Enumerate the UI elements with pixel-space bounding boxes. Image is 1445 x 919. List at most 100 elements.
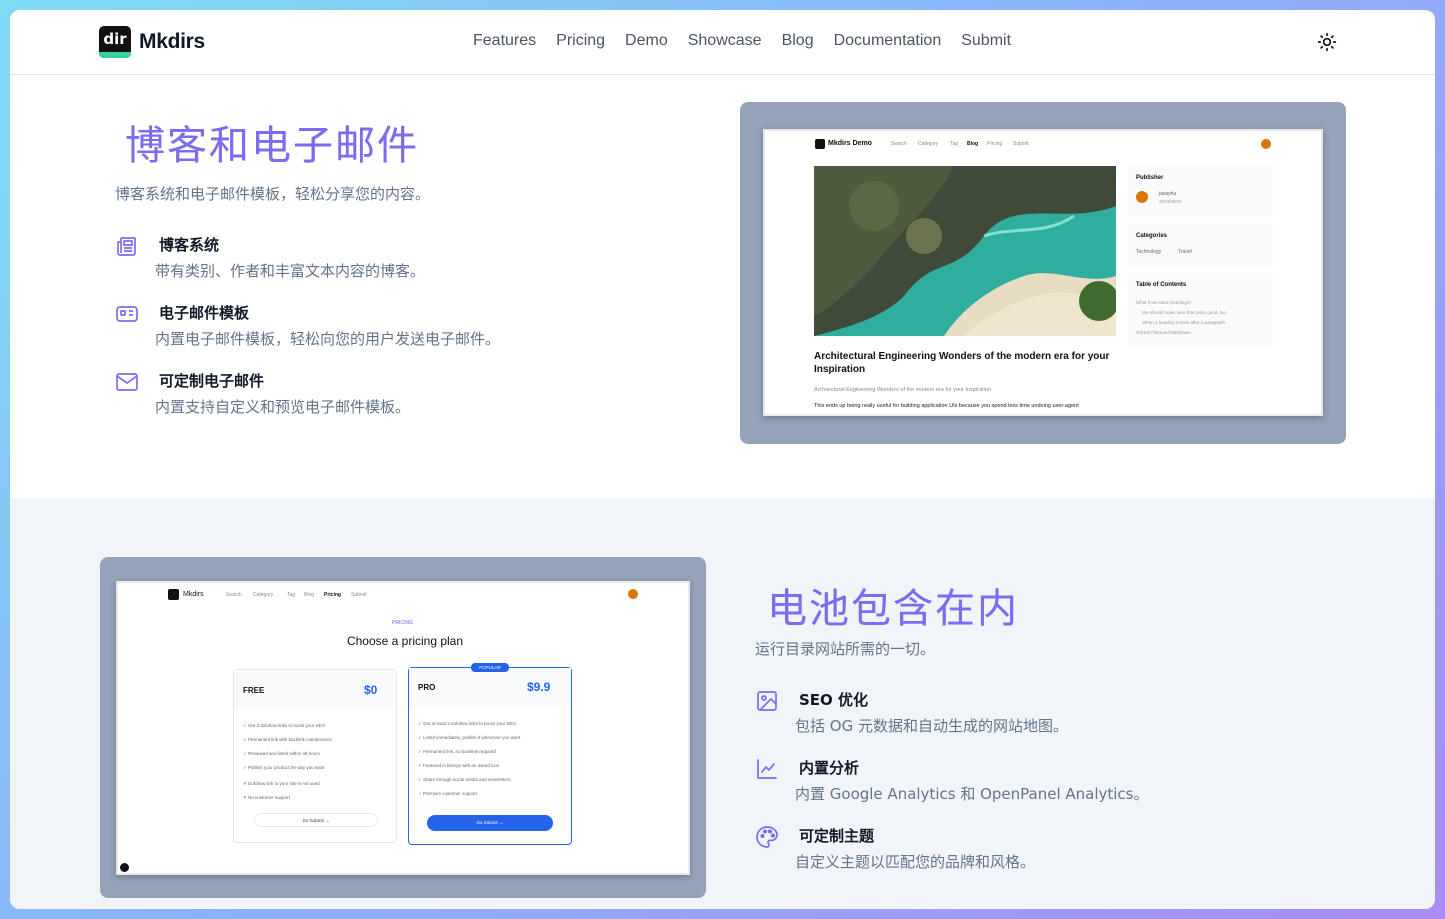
check-icon: ✓ — [243, 765, 247, 770]
mini-brand: Mkdirs Demo — [828, 140, 872, 147]
palette-icon — [756, 826, 778, 848]
plan-feature: ✕ No customer support — [243, 795, 290, 800]
nav-pricing[interactable]: Pricing — [556, 32, 605, 50]
categories-label: Categories — [1136, 233, 1168, 239]
section-title: 博客和电子邮件 — [125, 113, 419, 171]
brand-name: Mkdirs — [139, 30, 205, 53]
check-icon: ✓ — [418, 735, 422, 740]
publisher-label: Publisher — [1136, 175, 1164, 181]
mini-nav-tag: Tag — [287, 592, 296, 598]
newspaper-icon — [117, 237, 136, 256]
plan-name: PRO — [418, 683, 436, 692]
check-icon: ✓ — [418, 749, 422, 754]
x-icon: ✕ — [243, 795, 247, 800]
brand-logo[interactable]: dir Mkdirs — [99, 26, 205, 58]
feature-name: 电子邮件模板 — [159, 304, 250, 322]
mini-brand: Mkdirs — [183, 591, 204, 598]
image-icon — [757, 691, 777, 711]
free-plan-card: FREE $0 ✓ Get 3 dofollow links to boost … — [233, 669, 397, 843]
toc-label: Table of Contents — [1136, 282, 1187, 288]
check-icon: ✓ — [243, 723, 247, 728]
publisher-date: 2024/09/04 — [1159, 199, 1182, 204]
plan-feature: ✓ Premium customer support — [418, 791, 478, 796]
browser-window: dir Mkdirs Features Pricing Demo Showcas… — [10, 10, 1435, 909]
feature-desc: 自定义主题以匹配您的品牌和风格。 — [795, 853, 1036, 871]
x-icon: ✕ — [243, 781, 247, 786]
feature-desc: 带有类别、作者和丰富文本内容的博客。 — [155, 262, 426, 280]
post-cover-image — [814, 166, 1116, 336]
publisher-avatar — [1136, 191, 1148, 203]
logo-mark: dir — [99, 26, 131, 58]
main-nav: Features Pricing Demo Showcase Blog Docu… — [473, 32, 1011, 50]
plan-feature: ✓ Permanent link with backlink maintenan… — [243, 737, 332, 742]
plan-feature: ✓ Listed immediately, publish it wheneve… — [418, 735, 521, 740]
blog-preview-screen: Mkdirs Demo Search Category Tag Blog Pri… — [763, 129, 1323, 416]
plan-name: FREE — [243, 686, 265, 695]
site-header: dir Mkdirs Features Pricing Demo Showcas… — [10, 10, 1435, 75]
publisher-card: Publisher javayhu 2024/09/04 — [1128, 166, 1273, 217]
sun-icon[interactable] — [1317, 32, 1337, 52]
plan-feature: ✓ Get at least 3 dofollow links to boost… — [418, 721, 516, 726]
toc-item[interactable]: When a heading comes after a paragraph — [1142, 320, 1225, 325]
post-subtitle: Architectural Engineering Wonders of the… — [814, 387, 991, 393]
popular-badge: POPULAR — [471, 663, 509, 672]
batteries-included-section: Mkdirs Search Category Tag Blog Pricing … — [10, 498, 1435, 909]
chart-icon — [757, 759, 777, 779]
avatar — [1261, 139, 1271, 149]
categories-card: Categories Technology Travel — [1128, 224, 1273, 266]
mini-nav-submit: Submit — [351, 592, 367, 598]
feature-desc: 包括 OG 元数据和自动生成的网站地图。 — [795, 717, 1068, 735]
toc-item[interactable]: We should make sure that looks good, too… — [1142, 310, 1227, 315]
check-icon: ✓ — [243, 751, 247, 756]
blog-email-section: 博客和电子邮件 博客系统和电子邮件模板，轻松分享您的内容。 博客系统 带有类别、… — [10, 75, 1435, 498]
pro-submit-button[interactable]: Go Submit → — [427, 815, 553, 831]
n-icon — [120, 863, 129, 872]
check-icon: ✓ — [243, 737, 247, 742]
mini-nav-category: Category — [918, 141, 939, 147]
plan-feature: ✓ Featured in listings with an award ico… — [418, 763, 500, 768]
plan-feature: ✓ Permanent link, no backlink required — [418, 749, 496, 754]
toc-item[interactable]: What if we stack Headings? — [1136, 300, 1192, 305]
pro-plan-card: POPULAR PRO $9.9 ✓ Get at least 3 dofoll… — [408, 663, 572, 845]
feature-name: 内置分析 — [799, 759, 860, 777]
mini-logo-icon — [168, 589, 179, 600]
nav-features[interactable]: Features — [473, 32, 536, 50]
mini-nav-blog: Blog — [967, 141, 979, 147]
mini-logo-icon — [815, 139, 825, 149]
mail-icon — [116, 373, 138, 391]
plan-feature: ✓ Get 3 dofollow links to boost your SEO — [243, 723, 326, 728]
pricing-eyebrow: PRICING — [392, 620, 413, 626]
mini-nav-category: Category — [253, 592, 274, 598]
nav-showcase[interactable]: Showcase — [688, 32, 762, 50]
check-icon: ✓ — [418, 791, 422, 796]
feature-desc: 内置 Google Analytics 和 OpenPanel Analytic… — [795, 785, 1149, 803]
feature-name: 博客系统 — [159, 236, 220, 254]
plan-feature: ✓ Reviewed and listed within 48 hours — [243, 751, 320, 756]
nav-demo[interactable]: Demo — [625, 32, 668, 50]
section-subtitle: 运行目录网站所需的一切。 — [755, 640, 936, 658]
nav-submit[interactable]: Submit — [961, 32, 1011, 50]
avatar — [628, 589, 638, 599]
plan-price: $0 — [364, 683, 378, 697]
feature-name: SEO 优化 — [799, 691, 869, 709]
free-submit-button[interactable]: Go Submit → — [254, 813, 378, 827]
feature-desc: 内置支持自定义和预览电子邮件模板。 — [155, 398, 411, 416]
plan-feature: ✓ Publish your product the day you want — [243, 765, 325, 770]
nav-blog[interactable]: Blog — [782, 32, 814, 50]
blog-preview-frame: Mkdirs Demo Search Category Tag Blog Pri… — [740, 102, 1346, 444]
toc-item[interactable]: GitHub Flavored Markdown — [1136, 330, 1191, 335]
plan-feature: ✕ Dofollow link to your site is not used — [243, 781, 320, 786]
mini-nav-pricing: Pricing — [324, 592, 341, 598]
feature-desc: 内置电子邮件模板，轻松向您的用户发送电子邮件。 — [155, 330, 501, 348]
toc-card: Table of Contents What if we stack Headi… — [1128, 273, 1273, 347]
feature-name: 可定制电子邮件 — [159, 372, 265, 390]
pricing-heading: Choose a pricing plan — [346, 634, 464, 648]
post-text: This ends up being really useful for bui… — [814, 403, 1079, 409]
category-technology[interactable]: Technology — [1136, 249, 1161, 255]
post-title: Architectural Engineering Wonders of the… — [814, 351, 1110, 375]
pricing-preview-screen: Mkdirs Search Category Tag Blog Pricing … — [116, 581, 690, 875]
plan-feature: ✓ Share through social media and newslet… — [418, 777, 511, 782]
category-travel[interactable]: Travel — [1178, 249, 1192, 255]
nav-documentation[interactable]: Documentation — [834, 32, 942, 50]
section-title: 电池包含在内 — [767, 576, 1019, 634]
